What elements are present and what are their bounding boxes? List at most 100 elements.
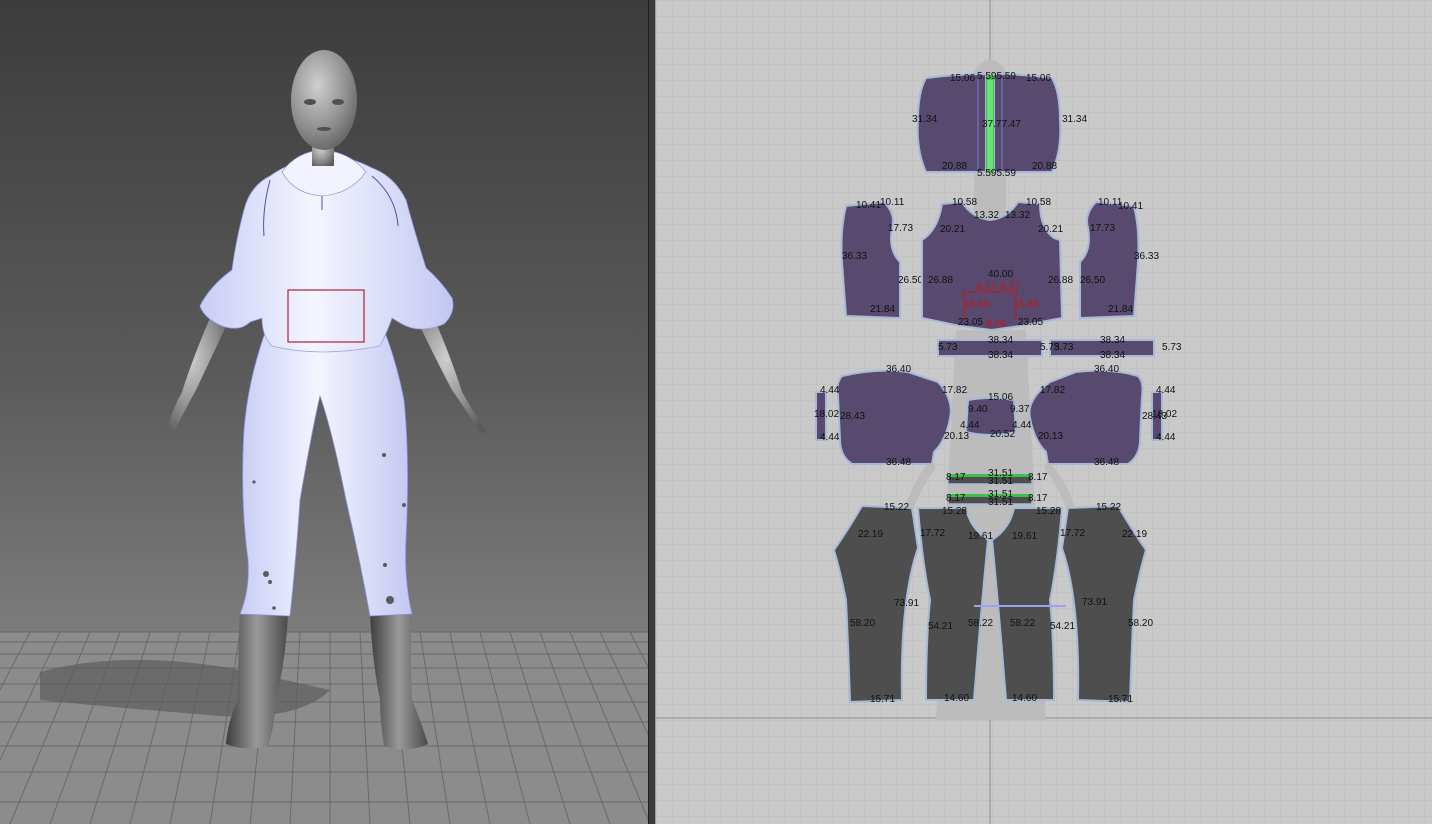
dim-bodice-neck-left: 13.32 [974,210,999,221]
dim-hood-bottom-left: 20.88 [942,161,967,172]
dim-pants-hem-outer-l: 15.71 [870,694,895,705]
application-window: 15.06 5.595.59 15.06 31.34 31.34 37.77.4… [0,0,1432,824]
dim-waist-row1-mid2: 31.51 [988,476,1013,487]
dim-sleeve-left-top-a: 10.41 [856,200,881,211]
dim-sleeve-right-bottom: 21.84 [1108,304,1133,315]
dim-pants-rise-r: 19.61 [1012,531,1037,542]
dim-sleeve-right-top-b: 10.41 [1118,201,1143,212]
dim-pocket-d: 13.43 [1013,299,1038,310]
dim-bodice-top-right: 10.58 [1026,197,1051,208]
dim-back-center-small-l: 4.44 [960,420,980,431]
dim-sleeve-left-bottom: 21.84 [870,304,895,315]
dim-sleeve-left-top-b: 10.11 [880,197,905,208]
dim-pants-inseam-l: 54.21 [928,621,953,632]
dim-pants-center-l: 58.22 [968,618,993,629]
dim-cuff-left-bottom: 38.34 [988,350,1013,361]
dim-pocket-c: 13.43 [964,299,989,310]
dim-pants-center-r: 58.22 [1010,618,1035,629]
dim-cuff-right-end2: 5.73 [1162,342,1182,353]
dim-back-right-bottom: 36.48 [1094,457,1119,468]
dim-pants-outer-top-r: 15.22 [1096,502,1121,513]
dim-hood-center: 37.77.47 [982,119,1021,130]
right-arm [418,318,488,434]
dim-hood-top-right: 15.06 [1026,73,1051,84]
dim-pants-outseam-r: 73.91 [1082,597,1107,608]
avatar-head [291,50,357,150]
dim-hood-left: 31.34 [912,114,937,125]
dim-cuff-left-top: 38.34 [988,335,1013,346]
dim-hood-right: 31.34 [1062,114,1087,125]
dim-pants-inner-top-l: 15.28 [942,506,967,517]
front-bodice-piece[interactable] [921,200,1064,332]
dim-bodice-arm-left: 20.21 [940,224,965,235]
dim-back-center-top: 15.06 [988,392,1013,403]
dim-waist-row1-left: 8.17 [946,472,966,483]
dim-sleeve-left-mid: 26.50 [898,275,923,286]
avatar-scene[interactable] [0,0,648,824]
floor-grid [0,631,648,824]
dim-back-inner-left: 17.82 [942,385,967,396]
viewport-3d[interactable] [0,0,648,824]
dim-pants-rise-l: 19.61 [968,531,993,542]
dim-bodice-neck-right: 13.32 [1005,210,1030,221]
dim-pants-hip-r: 22.19 [1122,529,1147,540]
dim-bodice-side-left: 26.88 [928,275,953,286]
dim-back-right-top: 36.40 [1094,364,1119,375]
dim-pants-crotch-l: 17.72 [920,528,945,539]
dim-back-center-bottom: 20.52 [990,429,1015,440]
dim-back-small-d: 4.44 [1156,432,1176,443]
dim-pants-inner-top-r: 15.28 [1036,506,1061,517]
dim-bodice-bottom-right: 23.05 [1018,317,1043,328]
dim-sleeve-left-inner: 17.73 [888,223,913,234]
sleeve-right-piece[interactable] [1079,200,1140,320]
dim-pocket-b: 9.17 [1000,282,1020,293]
dim-cuff-left-end: 5.73 [938,342,958,353]
dim-pants-hip-l: 22.19 [858,529,883,540]
dim-cuff-right-bottom: 38.34 [1100,350,1125,361]
dim-hood-bottom-mid: 5.595.59 [977,168,1016,179]
dim-hood-bottom-right: 20.88 [1032,161,1057,172]
dim-bodice-top-left: 10.58 [952,197,977,208]
dim-back-left-top: 36.40 [886,364,911,375]
dim-waist-row1-right: 8.17 [1028,472,1048,483]
dim-back-strip-right2: 18.02 [1152,409,1177,420]
dim-cuff-right-top: 38.34 [1100,335,1125,346]
dim-back-strip-left2: 28.43 [840,411,865,422]
dim-sleeve-right-mid: 26.50 [1080,275,1105,286]
dim-pants-side-r: 58.20 [1128,618,1153,629]
dim-waist-row2-left: 8.17 [946,493,966,504]
dim-back-small-a: 4.44 [820,385,840,396]
dim-hood-top-left: 15.06 [950,73,975,84]
dim-back-small-c: 4.44 [1156,385,1176,396]
dim-back-strip-left: 18.02 [814,409,839,420]
dim-back-lower-right: 20.13 [1038,431,1063,442]
dim-back-small-b: 4.44 [820,432,840,443]
dim-bodice-bottom-mid: 9.26 [986,319,1006,330]
dim-back-center-right: 9.37 [1010,404,1030,415]
dim-back-center-left: 9.40 [968,404,988,415]
dim-back-lower-left: 20.13 [944,431,969,442]
dim-bodice-center: 40.00 [988,269,1013,280]
dim-sleeve-right-side: 36.33 [1134,251,1159,262]
dim-cuff-right-end: 5.73 [1054,342,1074,353]
dim-bodice-arm-right: 20.21 [1038,224,1063,235]
dim-pants-outer-top-l: 15.22 [884,502,909,513]
dim-bodice-side-right: 26.88 [1048,275,1073,286]
dim-bodice-bottom-left: 23.05 [958,317,983,328]
viewport-splitter[interactable] [648,0,656,824]
dim-sleeve-left-side: 36.33 [842,251,867,262]
dim-pants-hem-inner-l: 14.60 [944,693,969,704]
dim-pants-inseam-r: 54.21 [1050,621,1075,632]
pattern-canvas[interactable]: 15.06 5.595.59 15.06 31.34 31.34 37.77.4… [656,0,1432,824]
viewport-2d[interactable]: 15.06 5.595.59 15.06 31.34 31.34 37.77.4… [656,0,1432,824]
dim-hood-top-mid: 5.595.59 [977,71,1016,82]
dim-sleeve-right-inner: 17.73 [1090,223,1115,234]
dim-waist-row2-right: 8.17 [1028,493,1048,504]
dim-pocket-a: 9.17 [976,282,996,293]
dim-pants-hem-outer-r: 15.71 [1108,694,1133,705]
dim-waist-row2-mid2: 31.51 [988,497,1013,508]
dim-back-left-bottom: 36.48 [886,457,911,468]
dim-pants-outseam-l: 73.91 [894,598,919,609]
dim-back-inner-right: 17.82 [1040,385,1065,396]
dim-pants-hem-inner-r: 14.60 [1012,693,1037,704]
